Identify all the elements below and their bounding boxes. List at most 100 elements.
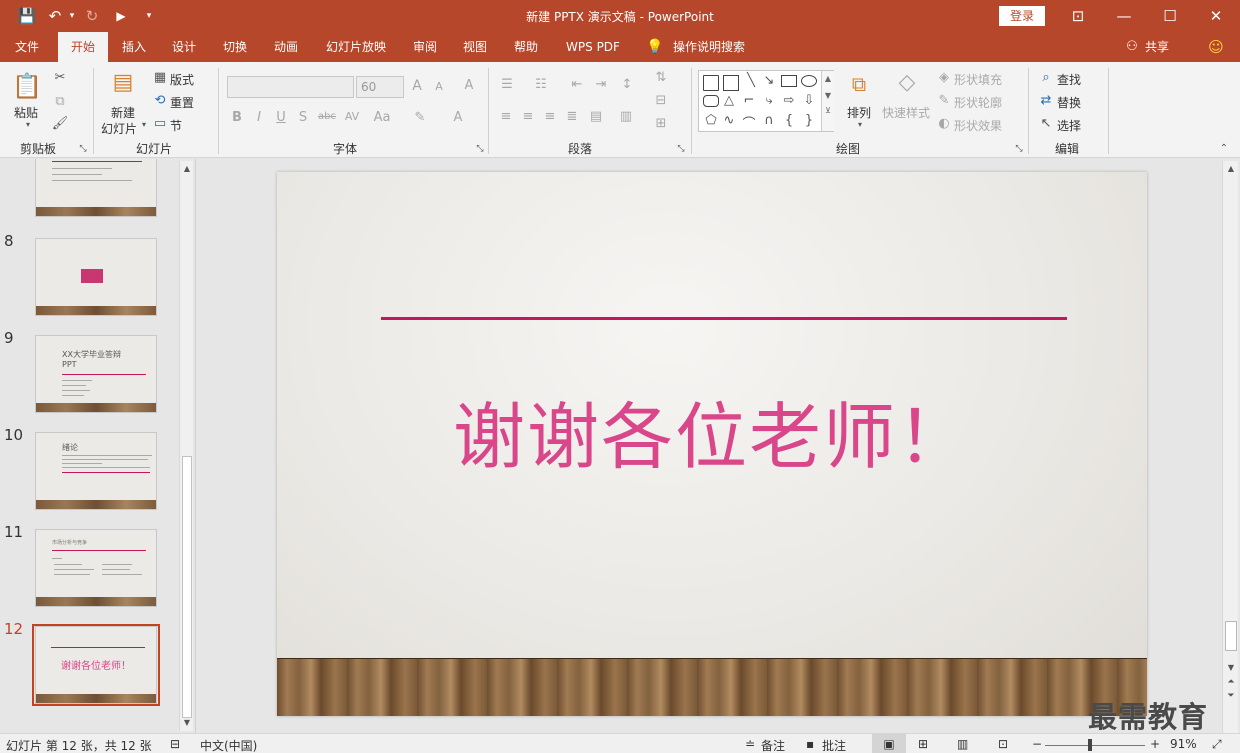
text-box-shape-icon[interactable] [703,75,719,91]
elbow-connector-shape-icon[interactable]: ⌐ [741,93,757,108]
curve-shape-icon[interactable]: ∩ [761,113,777,128]
slide-thumbnail[interactable] [35,159,157,217]
rectangle-shape-icon[interactable] [781,75,797,87]
right-brace-shape-icon[interactable]: } [801,113,817,128]
shape-fill-button[interactable]: 形状填充 [954,71,1002,88]
scroll-down-icon[interactable]: ▼ [1223,661,1239,675]
tab-review[interactable]: 审阅 [403,32,447,62]
arc-shape-icon[interactable]: ⌒ [741,113,757,132]
line-spacing-icon[interactable]: ↕ [618,77,636,92]
select-button[interactable]: 选择 [1057,117,1081,134]
normal-view-icon[interactable]: ▣ [872,734,906,753]
tab-wps-pdf[interactable]: WPS PDF [560,32,626,62]
gallery-scroller[interactable]: ▲ ▼ ⊻ [821,71,834,131]
italic-icon[interactable]: I [252,110,266,125]
text-shadow-icon[interactable]: S [296,110,310,125]
new-slide-label-2[interactable]: 幻灯片 [101,120,137,137]
justify-icon[interactable]: ≣ [564,109,580,124]
bullets-icon[interactable]: ☰ [498,77,516,92]
change-case-icon[interactable]: Aa [372,110,392,125]
section-button[interactable]: 节 [170,117,182,134]
zoom-slider[interactable] [1045,745,1145,746]
align-left-icon[interactable]: ≡ [498,109,514,124]
text-direction-icon[interactable]: ⇅ [652,70,670,85]
shapes-gallery[interactable]: ╲ ↘ △ ⌐ ⤷ ⇨ ⇩ ⬠ ∿ ⌒ ∩ { } ▲ ▼ ⊻ [698,70,834,132]
paste-button[interactable]: 粘贴 [14,104,38,121]
zoom-out-button[interactable]: − [1032,737,1042,751]
clipboard-launcher-icon[interactable]: ⤡ [78,144,88,154]
font-size-combo[interactable]: 60 [356,76,404,98]
scribble-shape-icon[interactable]: ∿ [721,113,737,128]
tab-insert[interactable]: 插入 [112,32,156,62]
notes-button[interactable]: 备注 [761,737,785,753]
new-slide-icon[interactable]: ▤ [108,70,138,100]
numbering-icon[interactable]: ☷ [532,77,550,92]
tab-transitions[interactable]: 切换 [213,32,257,62]
right-arrow-shape-icon[interactable]: ⇨ [781,93,797,108]
paste-icon[interactable]: 📋 [12,72,42,102]
oval-shape-icon[interactable] [801,75,817,87]
slide-thumbnail[interactable]: 市场分析与竞争 [35,529,157,607]
scrollbar-thumb[interactable] [1225,621,1237,651]
increase-indent-icon[interactable]: ⇥ [592,77,610,92]
left-brace-shape-icon[interactable]: { [781,113,797,128]
share-button[interactable]: 共享 [1142,32,1172,62]
reading-view-icon[interactable]: ▥ [957,737,968,751]
elbow-arrow-shape-icon[interactable]: ⤷ [761,93,777,108]
current-slide[interactable]: 谢谢各位老师！ [277,172,1147,716]
editor-scrollbar[interactable]: ▲ ▼ ⏶ ⏷ [1222,161,1238,733]
slide-headline[interactable]: 谢谢各位老师！ [277,378,1147,483]
previous-slide-icon[interactable]: ⏶ [1223,675,1239,689]
columns-icon[interactable]: ▥ [618,109,634,124]
arrange-dropdown-icon[interactable]: ▾ [855,120,865,129]
find-button[interactable]: 查找 [1057,71,1081,88]
underline-icon[interactable]: U [274,110,288,125]
slide-accent-line[interactable] [381,317,1067,320]
maximize-button[interactable]: ☐ [1147,0,1193,32]
distributed-icon[interactable]: ▤ [588,109,604,124]
slide-thumbnail[interactable]: 绪论 [35,432,157,510]
tab-home[interactable]: 开始 [58,32,108,64]
format-painter-icon[interactable]: 🖌 [50,116,70,131]
font-color-icon[interactable]: A [450,110,466,125]
smartart-icon[interactable]: ⊞ [652,116,670,131]
arrange-button[interactable]: 排列 [847,104,871,121]
tab-animations[interactable]: 动画 [264,32,308,62]
scroll-down-icon[interactable]: ▼ [180,716,194,730]
replace-button[interactable]: 替换 [1057,94,1081,111]
zoom-in-button[interactable]: + [1150,737,1160,751]
slides-panel-scrollbar[interactable]: ▲ ▼ [179,161,193,731]
ribbon-display-options-icon[interactable]: ⊡ [1055,0,1101,32]
tab-slideshow[interactable]: 幻灯片放映 [320,32,392,62]
shape-outline-button[interactable]: 形状轮廓 [954,94,1002,111]
scroll-up-icon[interactable]: ▲ [180,162,194,176]
shape-effects-button[interactable]: 形状效果 [954,117,1002,134]
font-launcher-icon[interactable]: ⤡ [475,144,485,154]
gallery-more-icon[interactable]: ⊻ [822,106,834,115]
slide-sorter-view-icon[interactable]: ⊞ [918,737,928,751]
fit-to-window-icon[interactable]: ⤢ [1212,737,1222,752]
gallery-up-icon[interactable]: ▲ [822,74,834,83]
arrange-icon[interactable]: ⧉ [846,72,872,98]
language-indicator[interactable]: 中文(中国) [200,737,257,753]
zoom-slider-knob[interactable] [1088,739,1092,751]
tell-me-search[interactable]: 操作说明搜索 [668,32,750,62]
down-arrow-shape-icon[interactable]: ⇩ [801,93,817,108]
layout-button[interactable]: 版式 [170,71,194,88]
highlight-icon[interactable]: ✎ [412,110,428,125]
reset-button[interactable]: 重置 [170,94,194,111]
paragraph-launcher-icon[interactable]: ⤡ [676,144,686,154]
new-slide-label[interactable]: 新建 [111,104,135,121]
scrollbar-thumb[interactable] [182,456,192,718]
character-spacing-icon[interactable]: AV [342,110,362,123]
align-center-icon[interactable]: ≡ [520,109,536,124]
quick-styles-button[interactable]: 快速样式 [882,104,930,121]
new-slide-dropdown-icon[interactable]: ▾ [139,120,149,129]
collapse-ribbon-icon[interactable]: ⌃ [1217,143,1231,154]
clear-formatting-icon[interactable]: A [462,78,476,93]
gallery-down-icon[interactable]: ▼ [822,91,834,100]
minimize-button[interactable]: — [1101,0,1147,32]
spell-check-icon[interactable]: ⊟ [170,737,180,751]
scroll-up-icon[interactable]: ▲ [1223,162,1239,176]
bold-icon[interactable]: B [230,110,244,125]
